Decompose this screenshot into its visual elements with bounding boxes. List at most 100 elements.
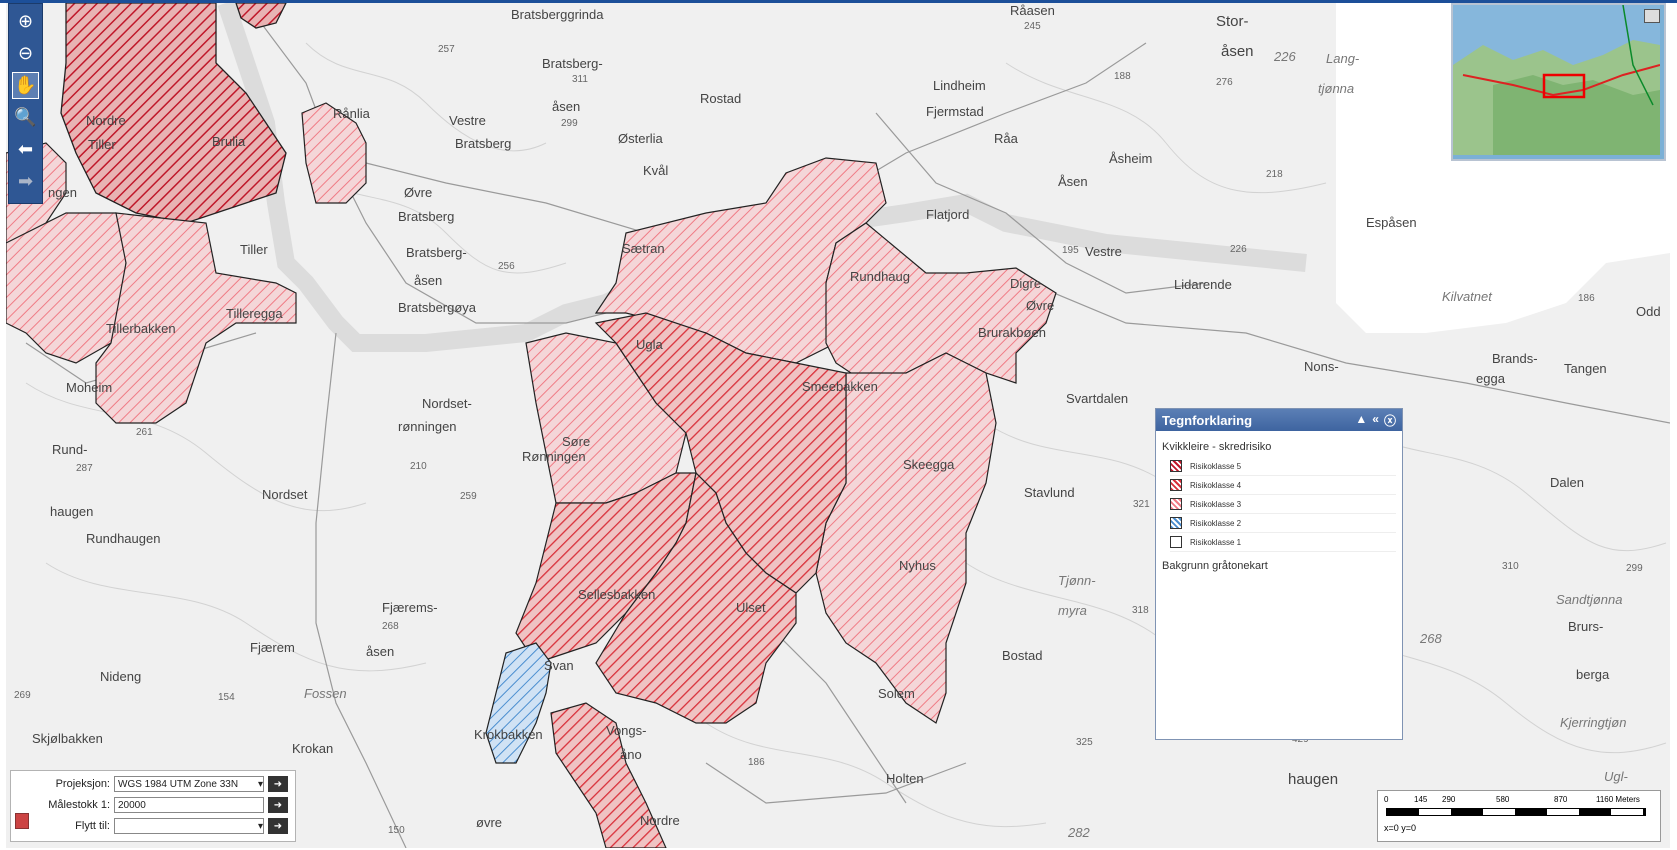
zoom-out-icon[interactable]: ⊖	[12, 40, 39, 67]
overview-close-icon[interactable]	[1644, 9, 1660, 23]
close-icon[interactable]: ⓧ	[1384, 412, 1396, 429]
place-label: Skjølbakken	[32, 731, 103, 746]
place-label: Vestre	[449, 113, 486, 128]
place-label: Sellesbakken	[578, 587, 656, 602]
place-label: Rønningen	[522, 449, 586, 464]
place-label: Vestre	[1085, 244, 1122, 259]
place-label: Råa	[994, 131, 1018, 146]
place-label: rønningen	[398, 419, 457, 434]
projection-label: Projeksjon:	[55, 778, 110, 790]
place-label: Ugl-	[1604, 769, 1628, 784]
place-label: haugen	[50, 504, 94, 519]
place-label: Lindheim	[933, 78, 986, 93]
scale-input[interactable]: 20000	[114, 797, 264, 813]
place-label: egga	[1476, 371, 1505, 386]
place-label: Rundhaug	[850, 269, 910, 284]
place-label: 188	[1114, 71, 1131, 82]
place-label: Åsheim	[1109, 151, 1153, 166]
place-label: Brulia	[212, 134, 246, 149]
place-label: Stavlund	[1024, 485, 1075, 500]
scale-tick-label: 1160 Meters	[1596, 795, 1640, 804]
goto-label: Flytt til:	[75, 820, 110, 832]
scale-tick-label: 0	[1384, 795, 1389, 804]
scale-go-button[interactable]: ➜	[268, 797, 288, 813]
scale-label: Målestokk 1:	[48, 799, 110, 811]
magnify-icon[interactable]: 🔍	[12, 104, 39, 131]
place-label: Espåsen	[1366, 215, 1417, 230]
place-label: åsen	[366, 644, 395, 659]
place-label: åsen	[414, 273, 443, 288]
place-label: Vongs-	[606, 723, 647, 738]
zoom-in-icon[interactable]: ⊕	[12, 8, 39, 35]
place-label: Sandtjønna	[1556, 592, 1623, 607]
place-label: Bratsberg	[398, 209, 455, 224]
collapse-up-icon[interactable]: ▲	[1355, 412, 1367, 429]
legend-panel: Tegnforklaring ▲ « ⓧ Kvikkleire - skredr…	[1155, 408, 1403, 740]
place-label: Tangen	[1564, 361, 1607, 376]
place-label: Krokan	[292, 741, 334, 756]
place-label: 269	[14, 690, 31, 701]
place-label: Odd	[1636, 304, 1661, 319]
place-label: Tilleregga	[226, 306, 283, 321]
pan-hand-icon[interactable]: ✋	[12, 72, 39, 99]
place-label: 318	[1132, 605, 1149, 616]
legend-item: Risikoklasse 5	[1170, 457, 1396, 476]
place-label: 268	[382, 621, 399, 632]
scale-row: Målestokk 1: 20000 ➜	[15, 796, 288, 814]
place-label: 195	[1062, 245, 1079, 256]
place-label: Brurs-	[1568, 619, 1604, 634]
goto-go-button[interactable]: ➜	[268, 818, 288, 834]
legend-title: Tegnforklaring	[1162, 412, 1253, 428]
double-chevron-left-icon[interactable]: «	[1372, 412, 1379, 429]
place-label: Nordre	[86, 113, 126, 128]
place-label: 186	[748, 757, 765, 768]
place-label: haugen	[1288, 771, 1339, 788]
goto-select[interactable]: ▾	[114, 818, 264, 834]
place-label: Søre	[562, 434, 591, 449]
place-label: 261	[136, 427, 153, 438]
place-label: Nordre	[640, 813, 680, 828]
map-toolbar: ⊕ ⊖ ✋ 🔍 ⬅ ➡	[8, 3, 43, 204]
legend-item: Risikoklasse 4	[1170, 476, 1396, 495]
place-label: Kvål	[643, 163, 669, 178]
place-label: Tillerbakken	[106, 321, 176, 336]
projection-select[interactable]: WGS 1984 UTM Zone 33N ▾	[114, 776, 264, 792]
place-label: 299	[561, 118, 578, 129]
place-label: Nordset-	[422, 396, 472, 411]
place-label: Nordset	[262, 487, 308, 502]
place-label: Åsen	[1058, 174, 1088, 189]
place-label: 256	[498, 261, 515, 272]
scale-bar: 0 145 290 580 870 1160 Meters x=0 y=0	[1377, 790, 1661, 842]
place-label: åsen	[552, 99, 581, 114]
place-label: berga	[1576, 667, 1610, 682]
projection-go-button[interactable]: ➜	[268, 776, 288, 792]
place-label: 257	[438, 44, 455, 55]
place-label: Kjerringtjøn	[1560, 715, 1627, 730]
place-label: Sætran	[622, 241, 665, 256]
place-label: Ulset	[736, 600, 766, 615]
place-label: Fossen	[304, 686, 347, 701]
place-label: Dalen	[1550, 475, 1584, 490]
place-label: Rostad	[700, 91, 742, 106]
place-label: tjønna	[1318, 81, 1355, 96]
place-label: Nyhus	[899, 558, 936, 573]
place-label: Kilvatnet	[1442, 289, 1492, 304]
place-label: Østerlia	[618, 131, 663, 146]
place-label: Rundhaugen	[86, 531, 161, 546]
place-label: 259	[460, 491, 477, 502]
map-svg[interactable]	[6, 3, 1670, 848]
overview-map[interactable]	[1451, 3, 1666, 161]
place-label: 210	[410, 461, 427, 472]
map-canvas[interactable]: Bratsberggrinda Råasen 245 Stor-åsen 226 Lang…	[6, 3, 1670, 848]
projection-row: Projeksjon: WGS 1984 UTM Zone 33N ▾ ➜	[15, 775, 288, 793]
place-label: Flatjord	[926, 207, 970, 222]
place-label: Smeebakken	[802, 379, 878, 394]
place-label: Råasen	[1010, 3, 1055, 18]
place-label: Skeegga	[903, 457, 955, 472]
place-label: 325	[1076, 737, 1093, 748]
place-label: Lang-	[1326, 51, 1360, 66]
chevron-down-icon: ▾	[257, 778, 263, 790]
place-label: Solem	[878, 686, 915, 701]
back-arrow-icon[interactable]: ⬅	[12, 136, 39, 163]
forward-arrow-icon[interactable]: ➡	[12, 168, 39, 195]
